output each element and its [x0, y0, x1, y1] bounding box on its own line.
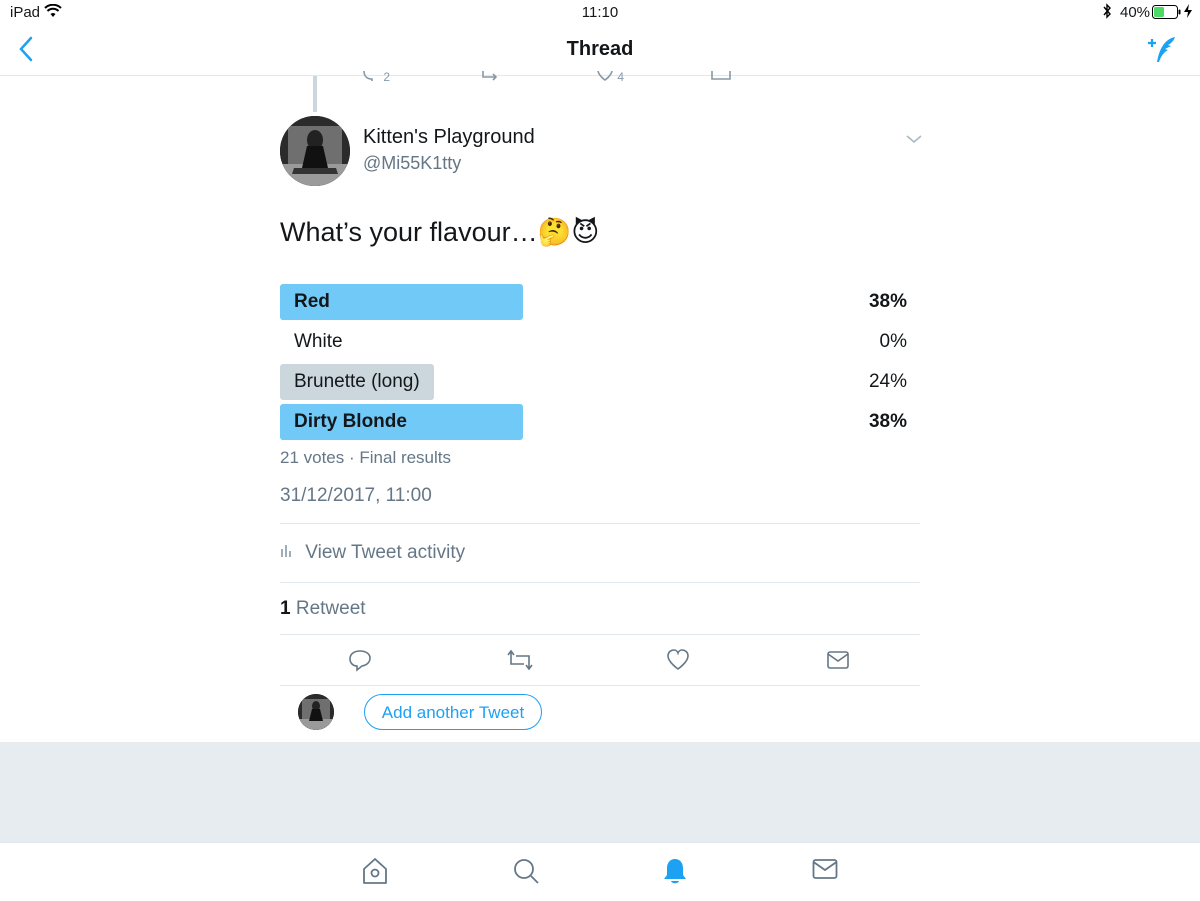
poll-option-percent: 0%	[879, 331, 907, 352]
poll-option: Red 38%	[280, 284, 907, 320]
status-bar: iPad 11:10 40%	[0, 0, 1200, 24]
activity-label: View Tweet activity	[305, 542, 466, 563]
messages-icon[interactable]	[812, 857, 838, 886]
status-clock: 11:10	[581, 4, 619, 21]
navigation-bar: Thread	[0, 24, 1200, 76]
retweet-label: Retweet	[295, 598, 366, 619]
compose-tweet-icon[interactable]	[1146, 34, 1178, 71]
reply-icon[interactable]	[348, 648, 372, 677]
like-icon[interactable]	[666, 648, 690, 677]
add-another-tweet-button[interactable]: Add another Tweet	[364, 694, 542, 730]
poll-option-label: Brunette (long)	[294, 371, 420, 392]
poll-option-percent: 38%	[868, 291, 907, 312]
retweet-count: 1	[280, 598, 291, 619]
divider	[280, 523, 920, 524]
divider	[280, 634, 920, 635]
bluetooth-icon	[1102, 3, 1112, 23]
divider	[280, 685, 920, 686]
thread-connector-line	[313, 76, 317, 112]
display-name[interactable]: Kitten's Playground	[363, 126, 535, 149]
chevron-down-icon[interactable]	[905, 132, 923, 150]
poll-option-percent: 38%	[868, 411, 907, 432]
previous-like-button[interactable]: 4	[596, 70, 624, 84]
tweet-timestamp: 31/12/2017, 11:00	[280, 485, 432, 506]
poll-option-label: Dirty Blonde	[294, 411, 407, 432]
poll-option: Dirty Blonde 38%	[280, 404, 907, 440]
battery-percent: 40%	[1120, 4, 1151, 21]
poll-option-percent: 24%	[868, 371, 907, 392]
home-icon[interactable]	[362, 857, 388, 890]
avatar[interactable]	[280, 116, 350, 186]
previous-like-count: 4	[617, 70, 625, 84]
previous-share-icon[interactable]	[711, 70, 731, 84]
poll-option: White 0%	[280, 324, 907, 360]
previous-reply-count: 2	[383, 70, 391, 84]
empty-background	[0, 742, 1200, 842]
previous-reply-button[interactable]: 2	[362, 70, 390, 84]
battery-icon	[1152, 5, 1182, 23]
retweet-icon[interactable]	[507, 648, 533, 677]
charging-icon	[1184, 4, 1192, 22]
my-avatar	[298, 694, 334, 730]
poll-option-label: Red	[294, 291, 330, 312]
user-handle[interactable]: @Mi55K1tty	[363, 153, 461, 174]
tab-bar	[0, 842, 1200, 901]
retweet-count-link[interactable]: 1 Retweet	[280, 598, 366, 620]
analytics-icon	[280, 542, 299, 563]
notifications-icon[interactable]	[662, 857, 688, 890]
poll-option: Brunette (long) 24%	[280, 364, 907, 400]
direct-message-icon[interactable]	[826, 648, 850, 677]
poll-option-label: White	[294, 331, 343, 352]
search-icon[interactable]	[512, 857, 540, 890]
tweet-text: What’s your flavour…🤔😈	[280, 217, 600, 247]
page-title: Thread	[566, 38, 634, 60]
view-tweet-activity-link[interactable]: View Tweet activity	[280, 542, 465, 564]
previous-retweet-icon[interactable]	[481, 70, 501, 84]
divider	[280, 582, 920, 583]
poll-summary: 21 votes · Final results	[280, 448, 452, 467]
